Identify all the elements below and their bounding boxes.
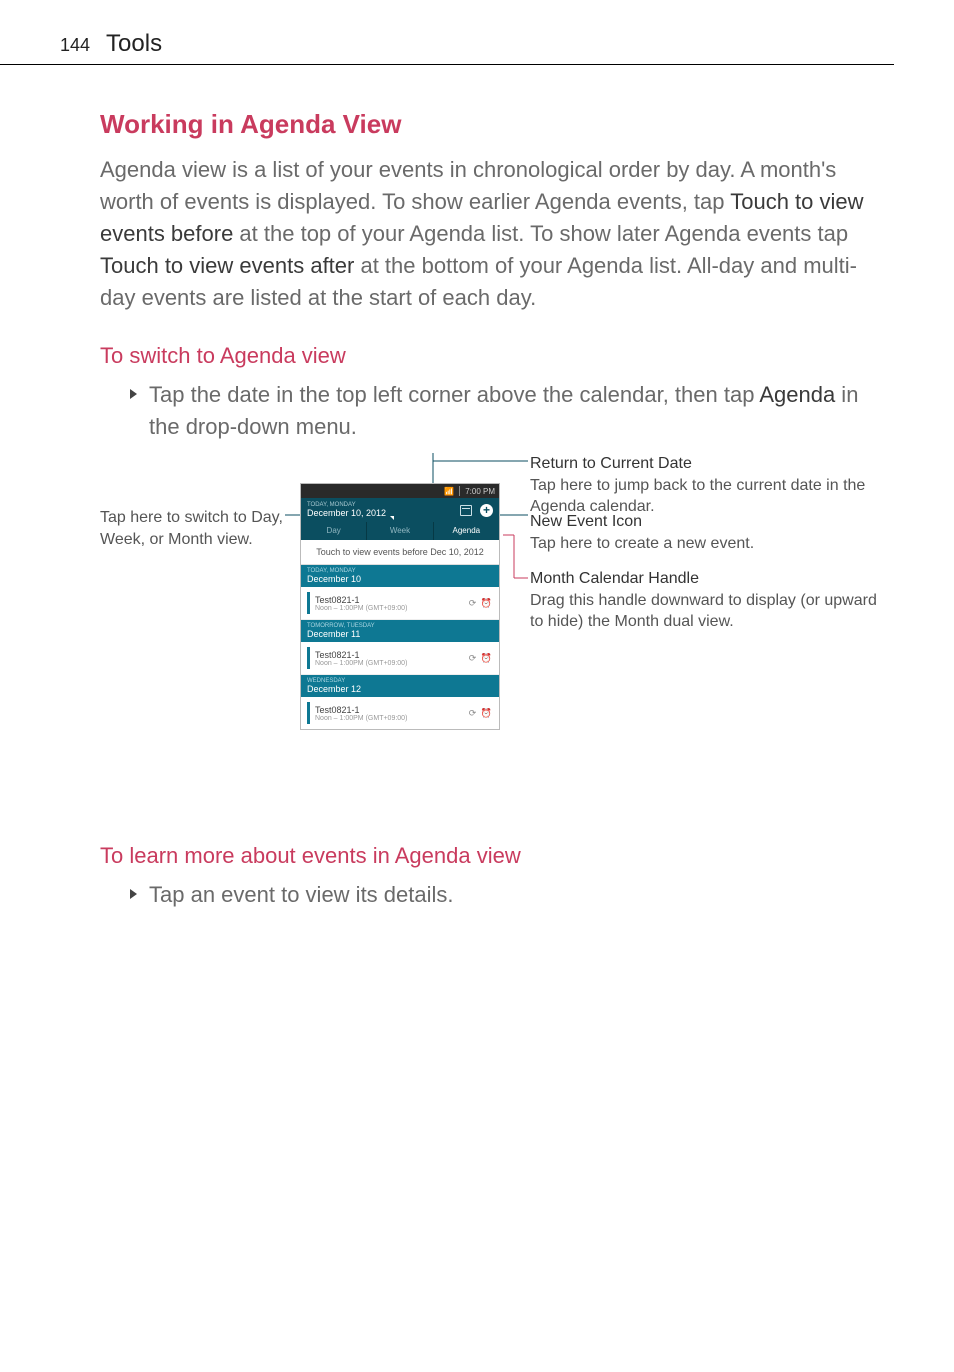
event-title-1: Test0821-1 [315, 650, 469, 660]
callout-left-text: Tap here to switch to Day, Week, or Mont… [100, 509, 283, 548]
tab-week[interactable]: Week [367, 522, 433, 540]
section-title: Tools [106, 30, 162, 58]
bullet-text-a: Tap the date in the top left corner abov… [149, 382, 759, 407]
status-signal-icon: 📶 [444, 487, 454, 496]
day-header: TOMORROW, TUESDAY December 11 [301, 620, 499, 642]
status-separator [459, 486, 460, 496]
callout-r1-body: Tap here to jump back to the current dat… [530, 477, 865, 516]
subheading-learn-more: To learn more about events in Agenda vie… [100, 843, 884, 869]
today-icon[interactable] [460, 505, 472, 516]
view-tabs: Day Week Agenda [301, 522, 499, 540]
add-event-icon[interactable]: + [480, 504, 493, 517]
event-title-0: Test0821-1 [315, 595, 469, 605]
tab-agenda[interactable]: Agenda [434, 522, 499, 540]
bullet-arrow-icon [130, 889, 137, 899]
calendar-titlebar: TODAY, MONDAY December 10, 2012 + [301, 498, 499, 522]
tab-day[interactable]: Day [301, 522, 367, 540]
bullet-item: Tap an event to view its details. [130, 879, 884, 911]
bullet-text-2: Tap an event to view its details. [149, 879, 454, 911]
day-header: TODAY, MONDAY December 10 [301, 565, 499, 587]
day-header: WEDNESDAY December 12 [301, 675, 499, 697]
phone-mockup: 📶 7:00 PM TODAY, MONDAY December 10, 201… [300, 483, 500, 730]
event-status-icons: ⟳ ⏰ [469, 598, 493, 609]
bullet-item: Tap the date in the top left corner abov… [130, 379, 884, 443]
event-color-bar [307, 647, 310, 669]
event-info: Test0821-1 Noon – 1:00PM (GMT+09:00) [315, 650, 469, 667]
event-info: Test0821-1 Noon – 1:00PM (GMT+09:00) [315, 705, 469, 722]
callout-r3-title: Month Calendar Handle [530, 570, 699, 587]
callout-switch-view: Tap here to switch to Day, Week, or Mont… [100, 507, 285, 550]
callout-r2-body: Tap here to create a new event. [530, 535, 754, 552]
bullet-arrow-icon [130, 389, 137, 399]
titlebar-date: December 10, 2012 [307, 509, 386, 519]
intro-text-1: Agenda view is a list of your events in … [100, 157, 836, 214]
event-row[interactable]: Test0821-1 Noon – 1:00PM (GMT+09:00) ⟳ ⏰ [301, 697, 499, 729]
callout-month-handle: Month Calendar Handle Drag this handle d… [530, 568, 890, 633]
callout-r3-body: Drag this handle downward to display (or… [530, 592, 877, 631]
callout-return-date: Return to Current Date Tap here to jump … [530, 453, 890, 518]
event-row[interactable]: Test0821-1 Noon – 1:00PM (GMT+09:00) ⟳ ⏰ [301, 642, 499, 675]
event-color-bar [307, 702, 310, 724]
event-time-1: Noon – 1:00PM (GMT+09:00) [315, 660, 469, 667]
event-info: Test0821-1 Noon – 1:00PM (GMT+09:00) [315, 595, 469, 612]
event-time-2: Noon – 1:00PM (GMT+09:00) [315, 715, 469, 722]
event-status-icons: ⟳ ⏰ [469, 708, 493, 719]
bullet-text: Tap the date in the top left corner abov… [149, 379, 884, 443]
event-status-icons: ⟳ ⏰ [469, 653, 493, 664]
page-content: Working in Agenda View Agenda view is a … [0, 65, 954, 911]
day-label-1: December 11 [307, 629, 360, 639]
callout-r1-title: Return to Current Date [530, 455, 692, 472]
callout-new-event: New Event Icon Tap here to create a new … [530, 511, 890, 554]
titlebar-icons: + [460, 504, 493, 517]
intro-paragraph: Agenda view is a list of your events in … [100, 154, 884, 313]
intro-strong-2: Touch to view events after [100, 253, 354, 278]
bullet-strong: Agenda [759, 382, 835, 407]
event-row[interactable]: Test0821-1 Noon – 1:00PM (GMT+09:00) ⟳ ⏰ [301, 587, 499, 620]
event-color-bar [307, 592, 310, 614]
status-time: 7:00 PM [465, 487, 495, 496]
date-switcher[interactable]: TODAY, MONDAY December 10, 2012 [307, 502, 386, 518]
touch-view-before[interactable]: Touch to view events before Dec 10, 2012 [301, 540, 499, 565]
callout-r2-title: New Event Icon [530, 513, 642, 530]
status-bar: 📶 7:00 PM [301, 484, 499, 498]
heading-working-agenda: Working in Agenda View [100, 109, 884, 140]
page-header: 144 Tools [0, 0, 894, 65]
day-label-2: December 12 [307, 684, 361, 694]
annotated-screenshot: Tap here to switch to Day, Week, or Mont… [100, 453, 884, 813]
day-label-0: December 10 [307, 574, 361, 584]
event-time-0: Noon – 1:00PM (GMT+09:00) [315, 605, 469, 612]
intro-text-2: at the top of your Agenda list. To show … [233, 221, 848, 246]
subheading-switch-agenda: To switch to Agenda view [100, 343, 884, 369]
event-title-2: Test0821-1 [315, 705, 469, 715]
page-number: 144 [60, 35, 90, 56]
